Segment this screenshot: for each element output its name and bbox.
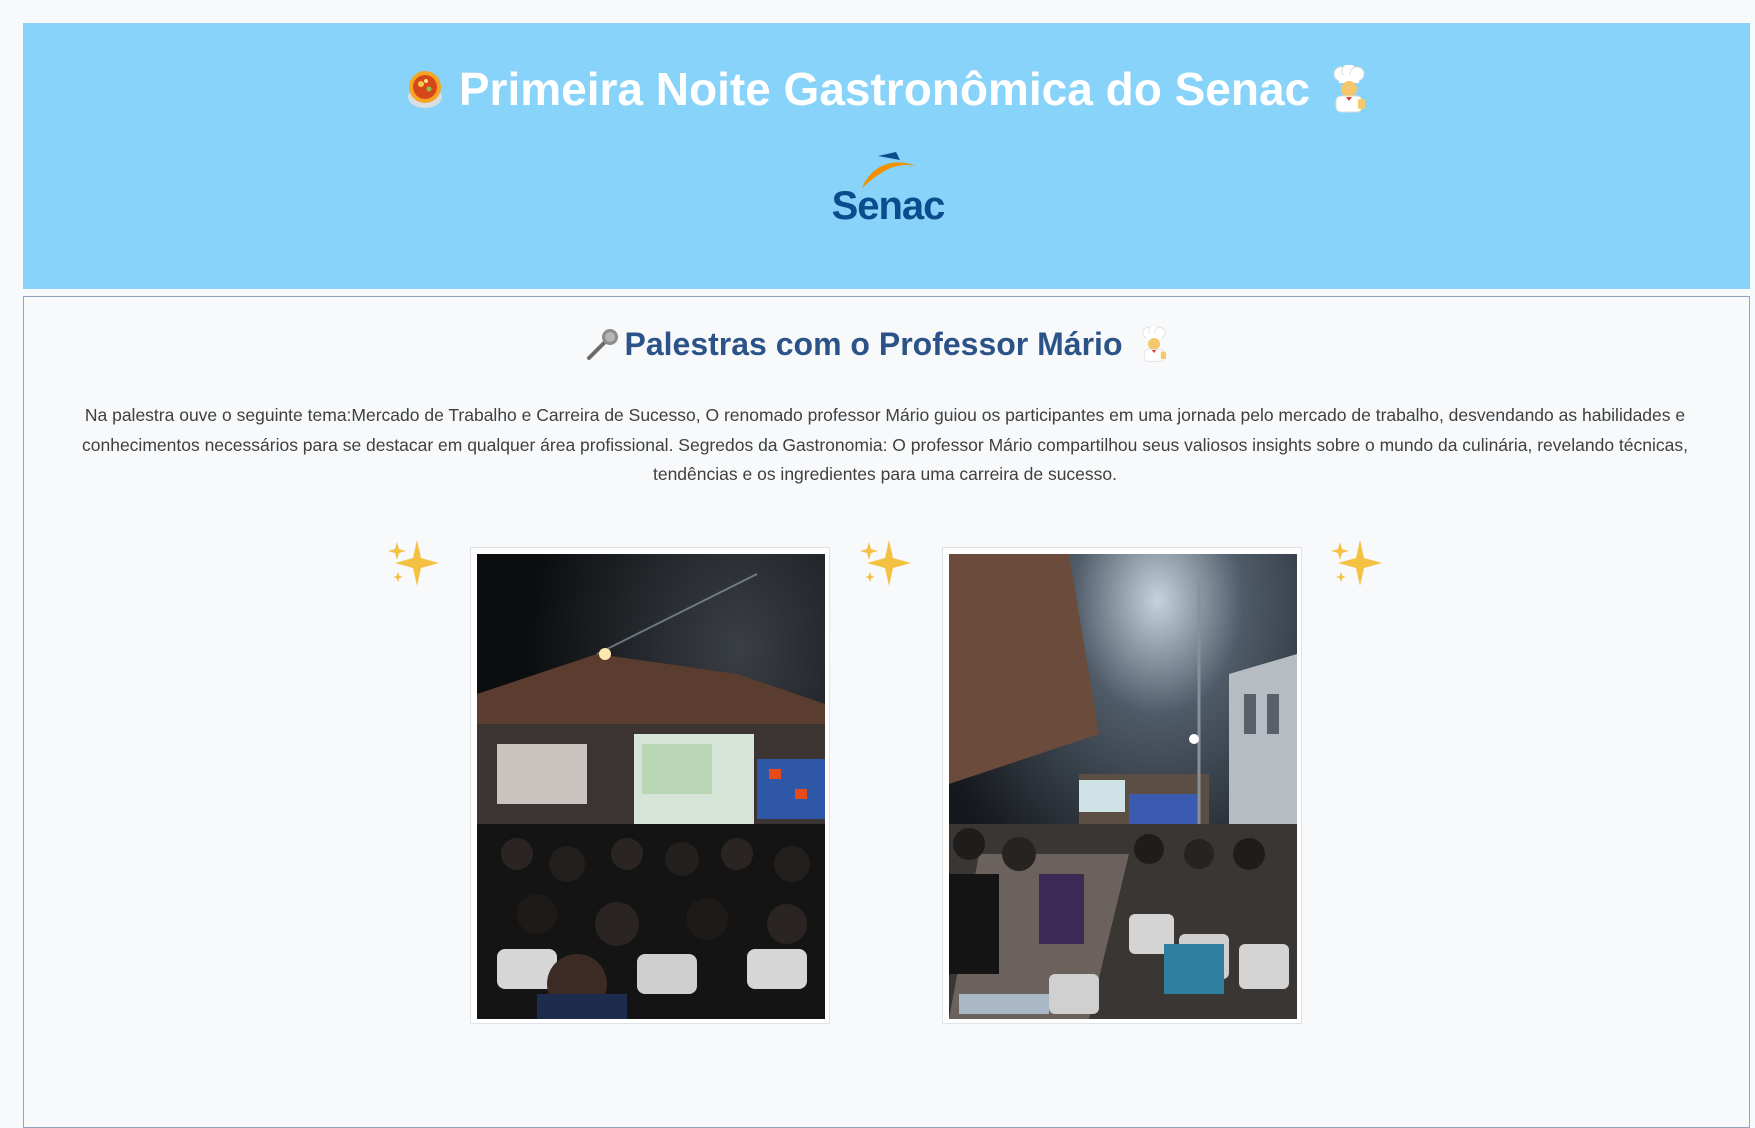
palestra-photo-1 bbox=[477, 554, 825, 1019]
sparkles-icon bbox=[388, 540, 439, 586]
page-title: Primeira Noite Gastronômica do Senac bbox=[458, 63, 1311, 115]
sparkles-icon bbox=[1331, 540, 1382, 586]
chef-icon bbox=[1333, 64, 1366, 113]
palestra-photo-2 bbox=[949, 554, 1297, 1019]
senac-logo: Senac bbox=[826, 150, 950, 228]
section-title: Palestras com o Professor Mário bbox=[624, 326, 1123, 362]
section-paragraph: Na palestra ouve o seguinte tema:Mercado… bbox=[82, 405, 1688, 484]
sparkles-icon bbox=[860, 540, 911, 586]
gallery-photo-1[interactable] bbox=[470, 547, 830, 1024]
page-header: Primeira Noite Gastronômica do Senac Sen… bbox=[23, 23, 1750, 289]
gallery-photo-2[interactable] bbox=[942, 547, 1302, 1024]
page-title-row: Primeira Noite Gastronômica do Senac bbox=[23, 59, 1750, 119]
microphone-icon bbox=[586, 328, 618, 360]
cooking-pot-icon bbox=[407, 70, 442, 108]
senac-logo-text: Senac bbox=[831, 184, 946, 228]
section-title-row: Palestras com o Professor Mário bbox=[0, 314, 1755, 374]
chef-icon bbox=[1142, 325, 1167, 362]
